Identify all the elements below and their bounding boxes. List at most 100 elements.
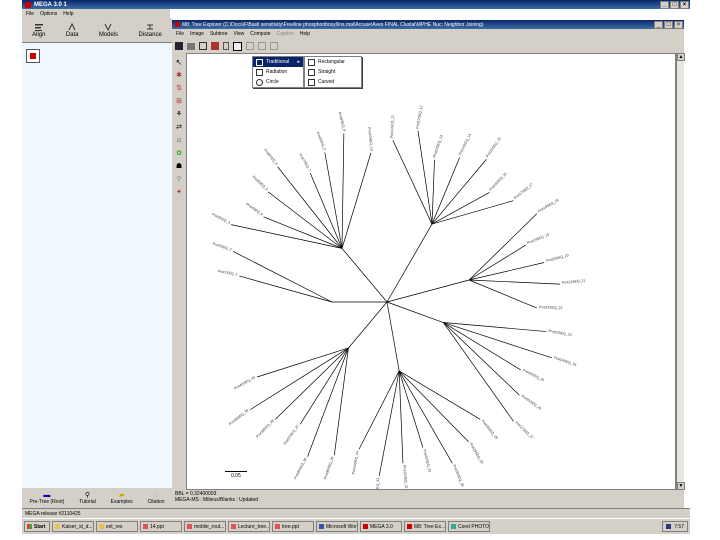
tree-branch[interactable] — [256, 347, 349, 378]
swap-tool[interactable]: ⇄ — [173, 121, 185, 133]
tree-leaf-label[interactable]: Prot21SEQ_21 — [562, 279, 586, 285]
tree-minimize-button[interactable]: _ — [654, 20, 663, 29]
tree-leaf-label[interactable]: Prot16SEQ_16 — [489, 172, 508, 192]
taskbar-item[interactable]: Lecture_tree... — [228, 521, 270, 532]
tree-branch[interactable] — [443, 322, 514, 422]
tree-branch[interactable] — [469, 279, 561, 285]
tree-branch[interactable] — [358, 370, 400, 450]
tree-menu-caption[interactable]: Caption — [277, 31, 294, 37]
close-button[interactable]: × — [680, 0, 689, 9]
tray-icon[interactable] — [666, 524, 672, 529]
tree-leaf-label[interactable]: Prot39SEQ_39 — [228, 408, 249, 426]
tree-branch[interactable] — [386, 223, 433, 303]
examples-button[interactable]: ▰ Examples — [111, 491, 133, 505]
taskbar-item[interactable]: M8: Tree Ex... — [404, 521, 446, 532]
tree-branch[interactable] — [398, 370, 424, 448]
tree-branch[interactable] — [468, 213, 538, 281]
tree-menu-view[interactable]: View — [233, 31, 244, 37]
scroll-up-arrow[interactable]: ▲ — [677, 53, 685, 61]
copy-icon[interactable] — [199, 42, 207, 50]
flip-tool[interactable]: ⇅ — [173, 82, 185, 94]
tree-leaf-label[interactable]: Prot14SEQ_14 — [458, 133, 472, 156]
tree-leaf-label[interactable]: Prot11SEQ_11 — [390, 115, 395, 138]
maximize-button[interactable]: □ — [670, 0, 679, 9]
tree-leaf-label[interactable]: Prot32SEQ_32 — [402, 465, 408, 489]
tree-branch[interactable] — [443, 322, 521, 371]
document-icon[interactable] — [26, 49, 40, 63]
tree-branch[interactable] — [468, 244, 526, 281]
tree-branch[interactable] — [431, 157, 461, 225]
taskbar-item[interactable]: Microsoft Word — [316, 521, 358, 532]
tree-branch[interactable] — [443, 322, 547, 332]
tree-branch[interactable] — [263, 216, 343, 249]
tree-leaf-label[interactable]: Prot30SEQ_30 — [452, 464, 465, 487]
menu-item-traditional[interactable]: Traditional ▸ — [253, 57, 303, 67]
tree-branch[interactable] — [250, 347, 349, 410]
tree-leaf-label[interactable]: Prot29SEQ_29 — [469, 442, 484, 464]
tree-leaf-label[interactable]: Prot15SEQ_15 — [485, 137, 502, 159]
tree-branch[interactable] — [443, 322, 552, 359]
tree-branch[interactable] — [443, 322, 520, 396]
minimize-button[interactable]: _ — [660, 0, 669, 9]
tree-leaf-label[interactable]: Prot8SEQ_8 — [316, 131, 327, 151]
submenu-item-curved[interactable]: Curved — [305, 77, 361, 87]
tree-menu-compute[interactable]: Compute — [250, 31, 270, 37]
tree-leaf-label[interactable]: Prot23SEQ_23 — [548, 329, 572, 337]
tree-branch[interactable] — [341, 248, 388, 303]
tree-leaf-label[interactable]: Prot37SEQ_37 — [283, 424, 300, 446]
data-button[interactable]: Data — [66, 22, 79, 38]
pre-tree-button[interactable]: ▬ Pre-Tree (Root) — [29, 492, 64, 505]
submenu-item-rectangular[interactable]: Rectangular — [305, 57, 361, 67]
tree-leaf-label[interactable]: Prot28SEQ_28 — [481, 419, 499, 440]
tree-branch[interactable] — [431, 159, 487, 225]
tree-leaf-label[interactable]: Prot9SEQ_9 — [338, 112, 347, 132]
tree-leaf-label[interactable]: Prot25SEQ_25 — [522, 368, 545, 382]
taskbar-item[interactable]: tree.ppt — [272, 521, 314, 532]
tree-branch[interactable] — [275, 347, 349, 420]
tree-branch[interactable] — [333, 347, 349, 456]
tree-branch[interactable] — [239, 275, 333, 303]
tree-branch[interactable] — [392, 139, 433, 225]
save-icon[interactable] — [175, 42, 183, 50]
view-tree-icon[interactable] — [233, 41, 242, 51]
tree-maximize-button[interactable]: □ — [664, 20, 673, 29]
tree-leaf-label[interactable]: Prot7SEQ_7 — [298, 153, 312, 172]
tree-branch[interactable] — [386, 301, 444, 323]
tree-branch[interactable] — [378, 370, 400, 476]
tree-leaf-label[interactable]: Prot40SEQ_40 — [233, 375, 255, 390]
tree-branch[interactable] — [341, 152, 372, 249]
scroll-down-arrow[interactable]: ▼ — [677, 482, 685, 490]
taskbar-item[interactable]: MEGA 3.0 — [360, 521, 402, 532]
tree-leaf-label[interactable]: Prot22SEQ_22 — [539, 305, 563, 310]
tree-branch[interactable] — [348, 301, 388, 349]
outer-title-bar[interactable]: MEGA 3.0 1 _ □ × — [22, 0, 690, 9]
taskbar-item[interactable]: mobile_rout... — [184, 521, 226, 532]
magnify-tool[interactable]: ⚲ — [173, 173, 185, 185]
compress-tool[interactable]: ⊞ — [173, 95, 185, 107]
tree-leaf-label[interactable]: Prot31SEQ_31 — [422, 449, 432, 473]
tree-leaf-label[interactable]: Prot35SEQ_35 — [323, 456, 334, 480]
start-button[interactable]: Start — [24, 521, 50, 532]
tree-leaf-label[interactable]: Prot38SEQ_38 — [256, 419, 275, 439]
taskbar-item[interactable]: Kaiser_st_d... — [52, 521, 94, 532]
tree-leaf-label[interactable]: Prot24SEQ_24 — [553, 356, 577, 367]
tree-leaf-label[interactable]: Prot18SEQ_18 — [537, 198, 559, 213]
tutorial-button[interactable]: ⚲ Tutorial — [79, 491, 96, 505]
topology-icon[interactable] — [211, 42, 219, 50]
tree-branch[interactable] — [431, 200, 514, 225]
menu-options[interactable]: Options — [40, 11, 57, 17]
tree-leaf-label[interactable]: Prot2SEQ_2 — [212, 242, 232, 252]
menu-item-circle[interactable]: Circle — [253, 77, 303, 87]
tree-branch[interactable] — [232, 251, 333, 303]
mark-tool[interactable]: ✦ — [173, 186, 185, 198]
models-button[interactable]: Models — [99, 22, 118, 38]
tree-branch[interactable] — [431, 192, 490, 225]
info-icon[interactable] — [223, 42, 229, 50]
tree-branch[interactable] — [469, 262, 545, 281]
tree-branch[interactable] — [324, 152, 343, 249]
tree-leaf-label[interactable]: Prot27SEQ_27 — [514, 421, 534, 440]
zoom-icon[interactable] — [246, 42, 254, 50]
tree-leaf-label[interactable]: Prot20SEQ_20 — [545, 253, 569, 263]
home-tool[interactable]: ⌂ — [173, 134, 185, 146]
menu-item-radiation[interactable]: Radiation — [253, 67, 303, 77]
